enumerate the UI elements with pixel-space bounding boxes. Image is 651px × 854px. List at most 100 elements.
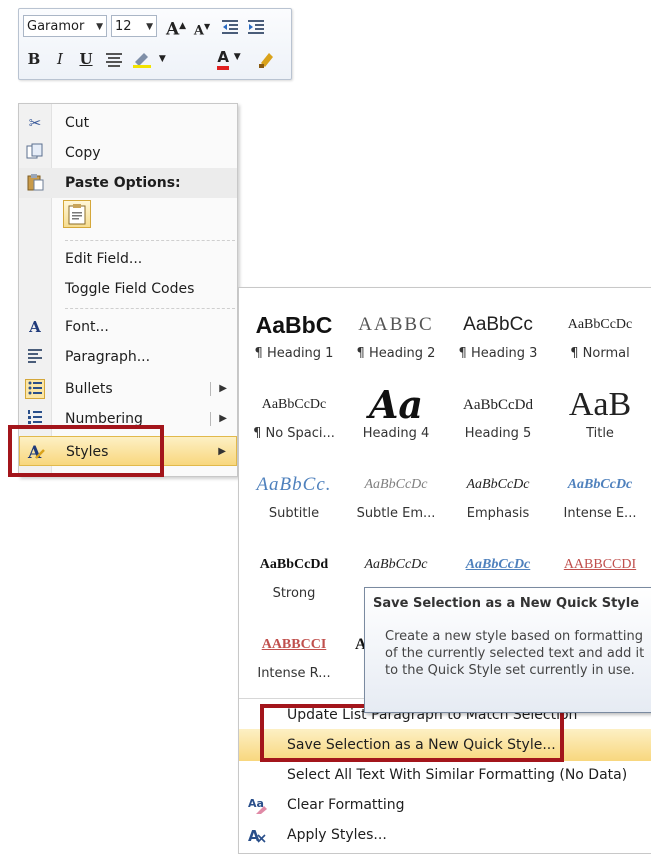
copy-icon — [25, 143, 45, 163]
split-separator — [210, 412, 211, 426]
submenu-arrow-icon: ▶ — [219, 383, 227, 394]
style-preview: AaBbCcDc — [364, 477, 428, 492]
shrink-font-button[interactable]: A▼ — [191, 14, 213, 38]
paste-options-label: Paste Options: — [65, 175, 181, 191]
style-name: Subtitle — [268, 506, 320, 521]
chevron-down-icon: ▼ — [233, 52, 241, 62]
style-name: Intense R... — [257, 666, 331, 681]
apply-styles[interactable]: A Apply Styles... — [239, 819, 651, 851]
increase-indent-icon — [248, 20, 264, 34]
menu-divider — [65, 240, 235, 241]
bold-icon: B — [27, 50, 41, 68]
clear-formatting-icon: Aa — [247, 795, 267, 815]
menu-item-edit-field-label: Edit Field... — [65, 251, 143, 267]
chevron-down-icon: ▼ — [158, 54, 166, 64]
underline-button[interactable]: U — [75, 47, 97, 71]
style-heading-3[interactable]: AaBbCc ¶ Heading 3 — [447, 296, 549, 376]
menu-item-cut-label: Cut — [65, 115, 90, 131]
context-menu: ✂ Cut Copy Paste Options: Edit Field... … — [18, 103, 238, 477]
style-heading-5[interactable]: AaBbCcDd Heading 5 — [447, 376, 549, 456]
format-painter-button[interactable] — [255, 47, 279, 71]
style-heading-1[interactable]: AaBbC ¶ Heading 1 — [243, 296, 345, 376]
font-size-value: 12 — [115, 19, 132, 34]
submenu-arrow-icon: ▶ — [219, 413, 227, 424]
submenu-arrow-icon: ▶ — [218, 446, 226, 457]
bold-button[interactable]: B — [23, 47, 45, 71]
style-emphasis[interactable]: AaBbCcDc Emphasis — [447, 456, 549, 536]
menu-divider — [65, 308, 235, 309]
font-color-icon: A — [217, 48, 229, 70]
style-name: ¶ Heading 1 — [254, 346, 334, 361]
style-preview: AaBbCcDd — [463, 397, 533, 413]
decrease-indent-button[interactable] — [219, 14, 241, 38]
style-preview: AaBbCcDc — [466, 477, 530, 492]
font-name-value: Garamor — [27, 19, 85, 34]
style-heading-2[interactable]: AABBC ¶ Heading 2 — [345, 296, 447, 376]
style-gallery: AaBbC ¶ Heading 1 AABBC ¶ Heading 2 AaBb… — [238, 287, 651, 854]
split-separator — [210, 382, 211, 396]
menu-item-font[interactable]: A Font... — [19, 312, 237, 342]
menu-item-toggle-field-codes[interactable]: Toggle Field Codes — [19, 274, 237, 304]
style-preview: AaBbCcDc — [364, 557, 428, 572]
increase-indent-button[interactable] — [245, 14, 267, 38]
style-name: Subtle Em... — [356, 506, 436, 521]
style-preview: AaB — [568, 386, 632, 423]
shrink-font-icon: A — [193, 23, 204, 39]
menu-item-copy-label: Copy — [65, 145, 101, 161]
center-align-button[interactable] — [103, 47, 125, 71]
style-name: ¶ Heading 2 — [356, 346, 436, 361]
style-preview: AaBbCcDc — [465, 557, 531, 572]
grow-font-button[interactable]: A▲ — [165, 14, 187, 40]
style-heading-4[interactable]: Aa Heading 4 — [345, 376, 447, 456]
menu-header-paste-options: Paste Options: — [19, 168, 237, 198]
clear-formatting[interactable]: Aa Clear Formatting — [239, 789, 651, 821]
bullets-icon — [25, 379, 45, 399]
menu-item-edit-field[interactable]: Edit Field... — [19, 244, 237, 274]
style-subtle-emphasis[interactable]: AaBbCcDc Subtle Em... — [345, 456, 447, 536]
apply-styles-label: Apply Styles... — [287, 827, 387, 843]
tooltip-body: Create a new style based on formatting o… — [385, 629, 645, 678]
font-color-button[interactable]: A ▼ — [211, 45, 247, 70]
tooltip: Save Selection as a New Quick Style Crea… — [364, 587, 651, 713]
paragraph-icon — [25, 347, 45, 367]
style-subtitle[interactable]: AaBbCc. Subtitle — [243, 456, 345, 536]
style-normal[interactable]: AaBbCcDc ¶ Normal — [549, 296, 651, 376]
underline-icon: U — [79, 50, 93, 68]
style-preview: AABBCCDI — [563, 557, 637, 572]
style-preview: AaBbCc. — [256, 474, 332, 495]
menu-item-font-label: Font... — [65, 319, 109, 335]
style-name: Strong — [272, 586, 316, 601]
style-title[interactable]: AaB Title — [549, 376, 651, 456]
highlight-color-button[interactable]: ▼ — [131, 47, 167, 71]
style-name: Emphasis — [466, 506, 530, 521]
center-align-icon — [106, 53, 122, 67]
paste-icon — [25, 173, 45, 193]
menu-item-cut[interactable]: ✂ Cut — [19, 108, 237, 138]
font-size-select[interactable]: 12 ▼ — [111, 15, 157, 37]
style-intense-emphasis[interactable]: AaBbCcDc Intense E... — [549, 456, 651, 536]
select-all-similar-formatting[interactable]: Select All Text With Similar Formatting … — [239, 759, 651, 791]
menu-item-copy[interactable]: Copy — [19, 138, 237, 168]
style-preview: AaBbCcDc — [261, 397, 327, 412]
style-preview: AaBbCcDc — [567, 477, 633, 492]
styles-callout-highlight — [8, 425, 164, 477]
style-preview: AaBbCcDc — [567, 317, 633, 332]
style-intense-reference[interactable]: AABBCCI Intense R... — [243, 616, 345, 696]
style-strong[interactable]: AaBbCcDd Strong — [243, 536, 345, 616]
style-preview: AABBCCI — [261, 637, 327, 652]
style-name: Title — [586, 426, 614, 441]
font-name-select[interactable]: Garamor ▼ — [23, 15, 107, 37]
clear-formatting-label: Clear Formatting — [287, 797, 405, 813]
paste-clipboard-icon — [68, 204, 86, 225]
italic-button[interactable]: I — [49, 47, 71, 71]
menu-item-bullets[interactable]: Bullets ▶ — [19, 374, 237, 404]
mini-toolbar: Garamor ▼ 12 ▼ A▲ A▼ B I U ▼ A ▼ — [18, 8, 292, 80]
style-no-spacing[interactable]: AaBbCcDc ¶ No Spaci... — [243, 376, 345, 456]
style-preview: AABBC — [358, 314, 434, 335]
menu-item-paragraph[interactable]: Paragraph... — [19, 342, 237, 372]
style-name: Heading 5 — [464, 426, 532, 441]
style-name: Intense E... — [563, 506, 637, 521]
menu-item-paragraph-label: Paragraph... — [65, 349, 151, 365]
chevron-down-icon: ▼ — [96, 22, 103, 32]
paste-keep-text-only-button[interactable] — [63, 200, 91, 228]
